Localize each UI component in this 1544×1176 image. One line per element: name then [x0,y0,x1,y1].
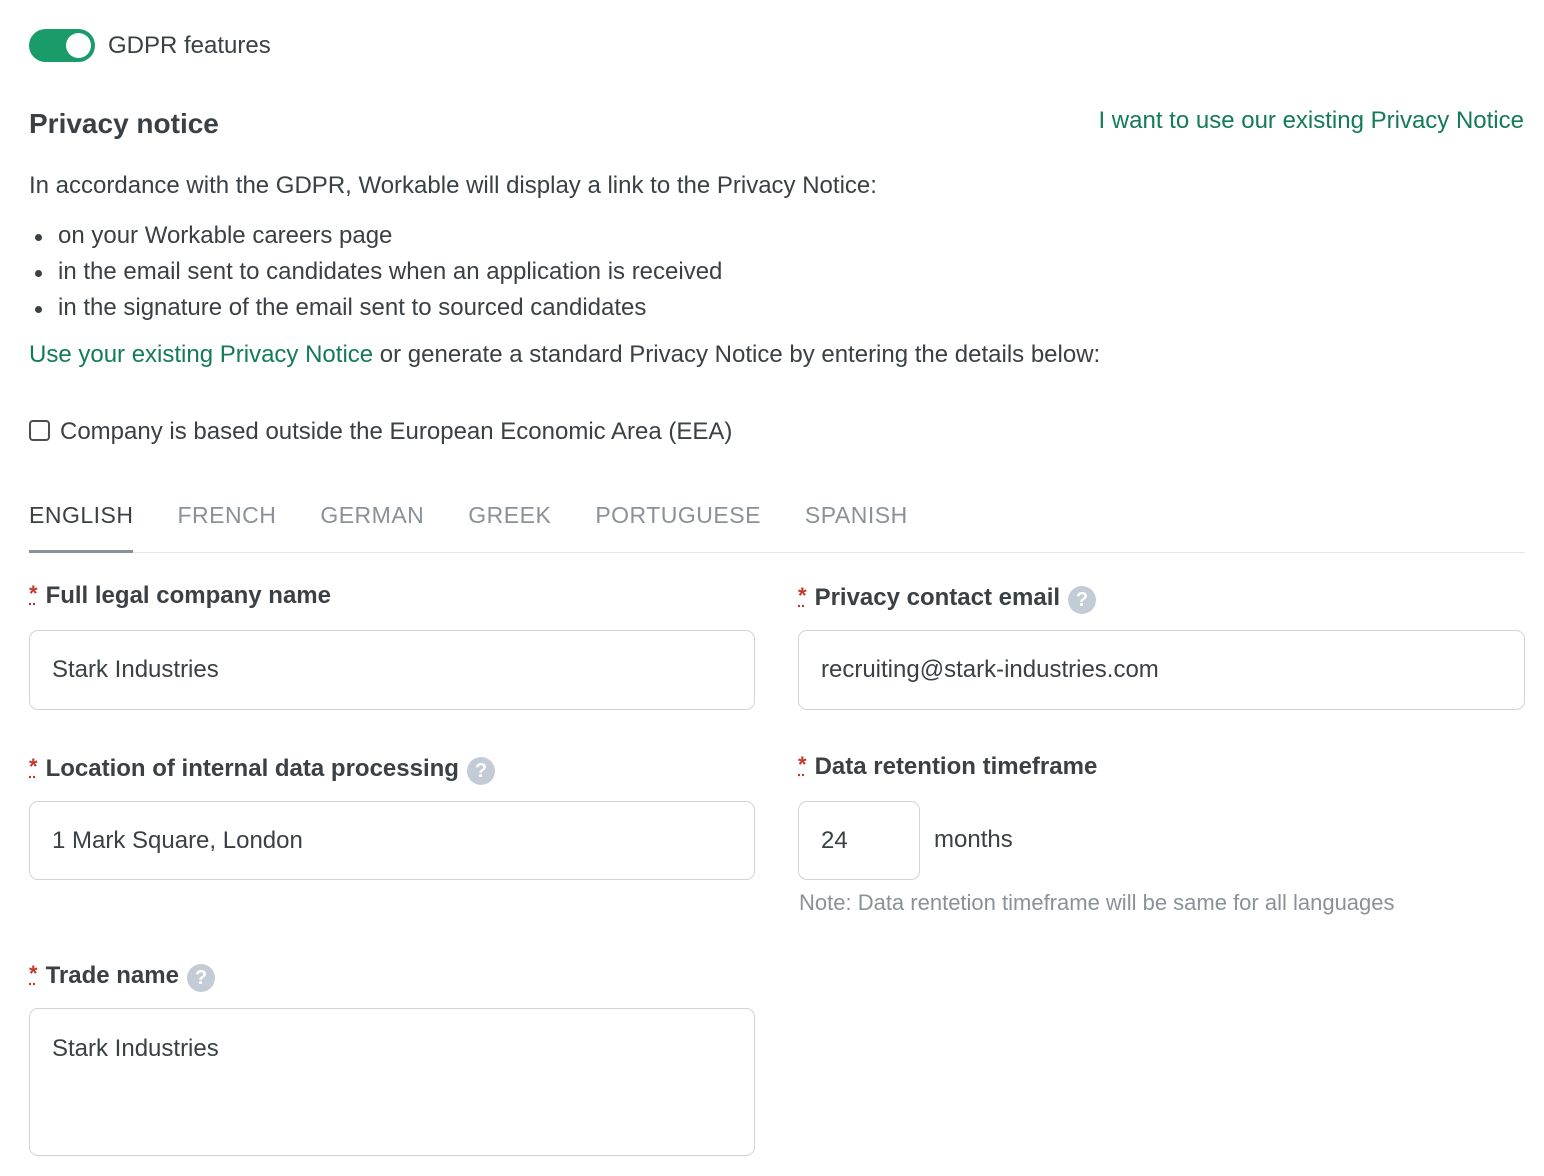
tab-greek[interactable]: GREEK [468,494,551,552]
location-label: * Location of internal data processing ? [29,753,495,785]
tab-english[interactable]: ENGLISH [29,494,134,553]
legal-name-input[interactable]: Stark Industries [29,630,755,710]
toggle-knob [66,33,91,58]
gdpr-toggle[interactable] [29,29,95,62]
eea-row: Company is based outside the European Ec… [29,418,732,446]
use-existing-line: Use your existing Privacy Notice or gene… [29,341,1100,369]
tab-portuguese[interactable]: PORTUGUESE [595,494,761,552]
privacy-notice-heading: Privacy notice [29,108,219,139]
list-item: on your Workable careers page [29,218,722,254]
tab-french[interactable]: FRENCH [177,494,276,552]
use-existing-notice-link[interactable]: I want to use our existing Privacy Notic… [1098,107,1524,135]
language-tabs: ENGLISH FRENCH GERMAN GREEK PORTUGUESE S… [29,494,1525,553]
retention-label: * Data retention timeframe [798,752,1098,781]
required-mark: * [29,961,38,986]
trade-name-label: * Trade name ? [29,960,215,992]
privacy-email-input[interactable]: recruiting@stark-industries.com [798,630,1525,710]
gdpr-toggle-label: GDPR features [108,32,271,59]
retention-note: Note: Data rentetion timeframe will be s… [799,890,1395,915]
eea-checkbox-label[interactable]: Company is based outside the European Ec… [60,418,732,446]
trade-name-label-text: Trade name [45,962,179,989]
tab-german[interactable]: GERMAN [320,494,424,552]
use-existing-rest-text: or generate a standard Privacy Notice by… [373,341,1101,368]
privacy-email-label: * Privacy contact email ? [798,582,1097,614]
location-input[interactable]: 1 Mark Square, London [29,801,755,880]
required-mark: * [29,754,38,779]
help-icon[interactable]: ? [1068,586,1097,614]
tab-spanish[interactable]: SPANISH [805,494,908,552]
list-item: in the email sent to candidates when an … [29,254,722,290]
trade-name-textarea[interactable]: Stark Industries [29,1008,755,1156]
required-mark: * [798,583,807,608]
use-existing-inline-link[interactable]: Use your existing Privacy Notice [29,341,373,368]
retention-months-input[interactable]: 24 [798,801,920,880]
intro-text: In accordance with the GDPR, Workable wi… [29,172,877,199]
list-item: in the signature of the email sent to so… [29,290,722,326]
legal-name-label: * Full legal company name [29,581,331,610]
legal-name-label-text: Full legal company name [45,582,331,609]
display-locations-list: on your Workable careers page in the ema… [29,218,722,326]
retention-label-text: Data retention timeframe [814,753,1098,780]
required-mark: * [798,752,807,777]
retention-unit: months [934,826,1013,853]
required-mark: * [29,581,38,606]
help-icon[interactable]: ? [466,757,495,785]
privacy-email-label-text: Privacy contact email [814,584,1061,611]
help-icon[interactable]: ? [186,964,215,992]
location-label-text: Location of internal data processing [45,755,459,782]
eea-checkbox[interactable] [29,419,50,441]
